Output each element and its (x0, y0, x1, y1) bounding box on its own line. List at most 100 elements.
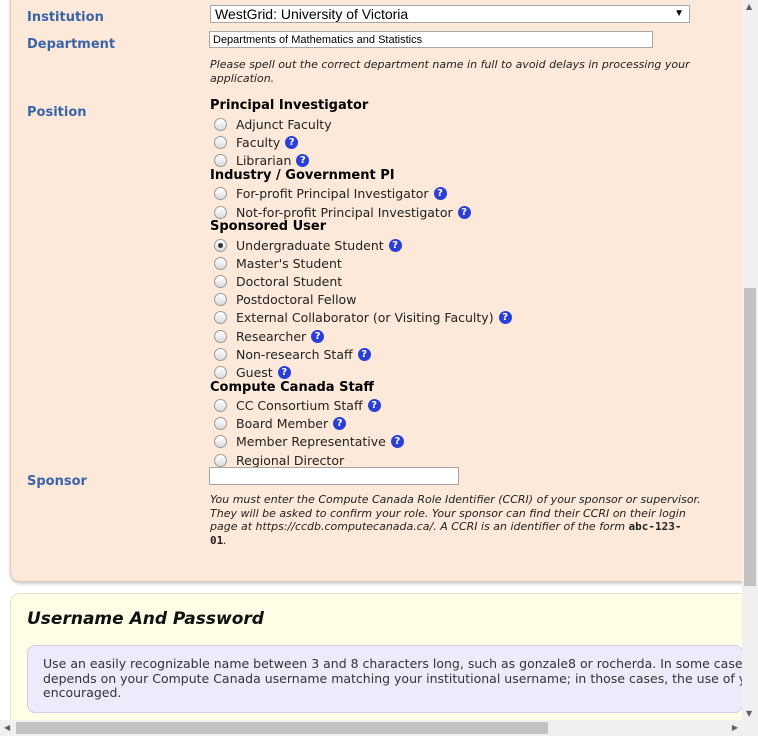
position-option[interactable]: Member Representative? (214, 434, 404, 450)
position-option[interactable]: Postdoctoral Fellow (214, 292, 356, 308)
department-input[interactable] (209, 31, 653, 48)
help-icon[interactable]: ? (388, 238, 402, 252)
position-option-label: Master's Student (236, 255, 342, 271)
position-label: Position (27, 105, 87, 120)
institution-selected-value: WestGrid: University of Victoria (215, 6, 409, 22)
position-group-heading: Compute Canada Staff (210, 380, 374, 395)
scroll-left-icon[interactable]: ◀ (4, 723, 10, 732)
position-radio[interactable] (214, 153, 227, 167)
position-option-label: Board Member (236, 415, 329, 431)
info-line: encouraged. (43, 685, 122, 700)
chevron-down-icon: ▼ (674, 8, 684, 19)
position-radio[interactable] (214, 329, 227, 343)
position-option-label: Not-for-profit Principal Investigator (236, 204, 453, 220)
position-option-label: Doctoral Student (236, 273, 343, 289)
help-icon[interactable]: ? (311, 329, 325, 343)
sponsor-note-line: You must enter the Compute Canada Role I… (210, 493, 701, 506)
position-option[interactable]: External Collaborator (or Visiting Facul… (214, 310, 512, 326)
position-option[interactable]: Regional Director (214, 452, 344, 468)
position-option[interactable]: Undergraduate Student? (214, 237, 402, 253)
position-option[interactable]: Librarian? (214, 152, 310, 168)
position-radio[interactable] (214, 398, 227, 412)
position-radio[interactable] (214, 453, 227, 467)
position-option-label: Guest (236, 364, 273, 380)
position-option-label: Postdoctoral Fellow (236, 292, 357, 308)
horizontal-scroll-thumb[interactable] (16, 722, 548, 734)
position-option[interactable]: Board Member? (214, 415, 347, 431)
position-radio[interactable] (214, 274, 227, 288)
section-heading: Username And Password (27, 609, 264, 629)
help-icon[interactable]: ? (390, 435, 404, 449)
help-icon[interactable]: ? (498, 311, 512, 325)
position-radio[interactable] (214, 347, 227, 361)
department-note-line: application. (210, 71, 275, 85)
position-radio[interactable] (214, 416, 227, 430)
ccri-example-code: 01 (210, 533, 224, 547)
position-option[interactable]: Adjunct Faculty (214, 116, 332, 132)
position-option[interactable]: Researcher? (214, 328, 325, 344)
position-radio[interactable] (214, 117, 227, 131)
horizontal-scrollbar[interactable]: ◀ ▶ (0, 720, 742, 736)
position-option[interactable]: Not-for-profit Principal Investigator? (214, 204, 471, 220)
position-group-heading: Sponsored User (210, 219, 327, 234)
position-option-label: Undergraduate Student (236, 237, 384, 253)
position-radio[interactable] (214, 293, 227, 307)
sponsor-note-end: . (223, 533, 227, 547)
position-radio[interactable] (214, 186, 227, 200)
sponsor-input[interactable] (209, 467, 459, 485)
sponsor-label: Sponsor (27, 474, 87, 489)
position-radio[interactable] (214, 435, 227, 449)
position-option-label: CC Consortium Staff (236, 397, 363, 413)
position-option-label: Member Representative (236, 434, 386, 450)
help-icon[interactable]: ? (433, 186, 447, 200)
scroll-right-icon[interactable]: ▶ (732, 723, 738, 732)
help-icon[interactable]: ? (333, 416, 347, 430)
help-icon[interactable]: ? (367, 398, 381, 412)
position-option-label: Researcher (236, 328, 307, 344)
sponsor-note-line: They will be asked to confirm your role.… (210, 506, 686, 520)
position-option[interactable]: Faculty? (214, 134, 299, 150)
help-icon[interactable]: ? (357, 347, 371, 361)
position-option-label: External Collaborator (or Visiting Facul… (236, 310, 494, 326)
position-option[interactable]: Master's Student (214, 255, 342, 271)
position-option-label: Faculty (236, 134, 281, 150)
info-line: depends on your Compute Canada username … (43, 670, 743, 686)
department-label: Department (27, 37, 116, 52)
position-group-heading: Industry / Government PI (210, 168, 395, 183)
position-group-heading: Principal Investigator (210, 98, 369, 113)
department-note: Please spell out the correct department … (210, 58, 690, 85)
institution-label: Institution (27, 10, 104, 25)
position-radio[interactable] (214, 135, 227, 149)
vertical-scrollbar[interactable]: ▲ ▼ (742, 0, 758, 720)
position-option-label: Non-research Staff (236, 346, 353, 362)
username-info-box: Use an easily recognizable name between … (27, 645, 743, 713)
help-icon[interactable]: ? (285, 135, 299, 149)
position-radio[interactable] (214, 238, 227, 252)
position-option[interactable]: Guest? (214, 364, 291, 380)
ccri-example-code: abc-123- (628, 520, 682, 533)
scrollbar-corner (742, 720, 758, 736)
position-option-label: Librarian (236, 152, 292, 168)
scroll-down-icon[interactable]: ▼ (746, 709, 752, 718)
position-radio[interactable] (214, 256, 227, 270)
sponsor-note: You must enter the Compute Canada Role I… (210, 493, 701, 547)
help-icon[interactable]: ? (457, 205, 471, 219)
position-radio[interactable] (214, 311, 227, 325)
department-note-line: Please spell out the correct department … (210, 58, 690, 71)
position-option-label: For-profit Principal Investigator (236, 185, 429, 201)
position-option[interactable]: Doctoral Student (214, 273, 342, 289)
vertical-scroll-thumb[interactable] (744, 288, 756, 586)
position-radio[interactable] (214, 205, 227, 219)
position-option[interactable]: Non-research Staff? (214, 346, 371, 362)
position-option-label: Regional Director (236, 452, 345, 468)
help-icon[interactable]: ? (277, 365, 291, 379)
position-option[interactable]: For-profit Principal Investigator? (214, 185, 447, 201)
position-radio[interactable] (214, 365, 227, 379)
scroll-up-icon[interactable]: ▲ (746, 2, 752, 11)
position-option-label: Adjunct Faculty (236, 116, 332, 132)
position-option[interactable]: CC Consortium Staff? (214, 397, 381, 413)
info-line: Use an easily recognizable name between … (43, 656, 743, 671)
sponsor-note-line: page at https://ccdb.computecanada.ca/. … (210, 520, 626, 533)
help-icon[interactable]: ? (296, 153, 310, 167)
institution-select[interactable]: WestGrid: University of Victoria ▼ (210, 5, 690, 23)
